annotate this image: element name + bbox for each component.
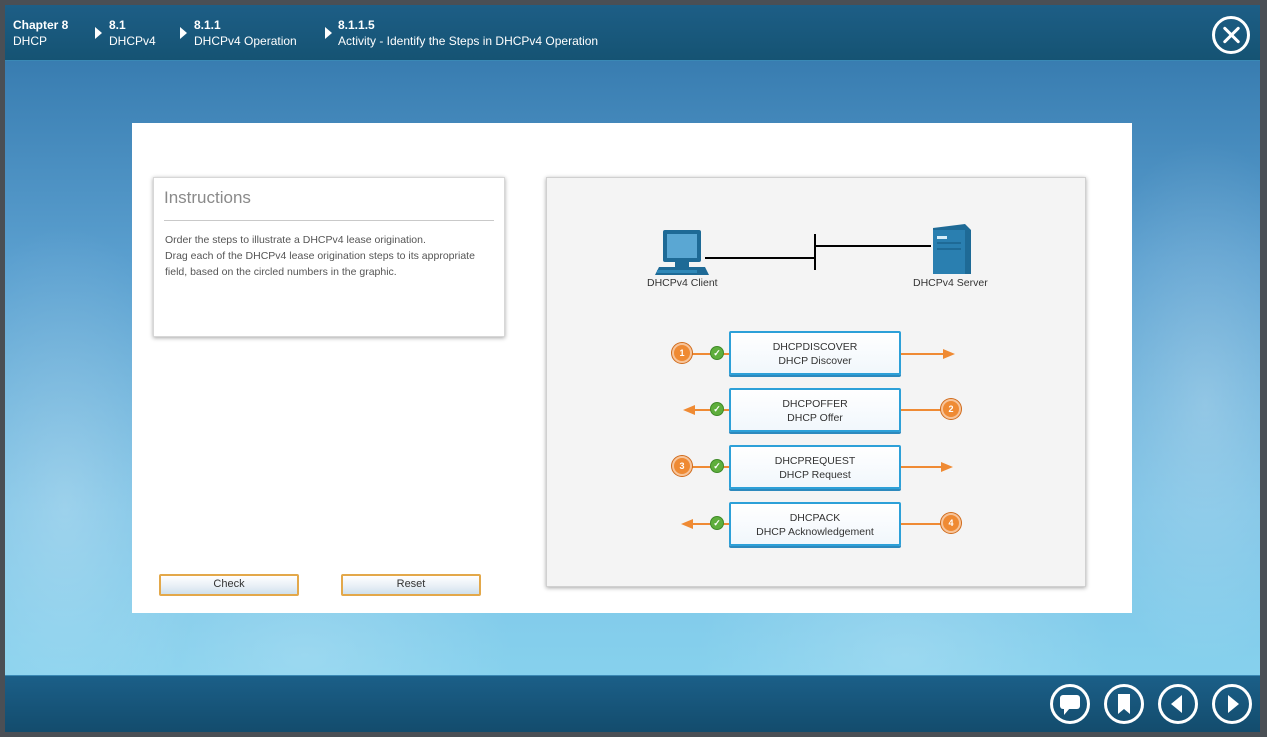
breadcrumb-text: DHCPv4 (109, 34, 156, 48)
message-description: DHCP Discover (778, 355, 852, 367)
answer-box-dhcpoffer[interactable]: DHCPOFFER DHCP Offer (729, 388, 901, 432)
activity-panel: Instructions Order the steps to illustra… (132, 123, 1132, 613)
instructions-title: Instructions (164, 188, 251, 207)
reset-button[interactable]: Reset (341, 574, 481, 596)
server-icon (933, 224, 971, 274)
arrow-left-icon (681, 519, 693, 529)
breadcrumb-chapter[interactable]: Chapter 8 DHCP (13, 17, 68, 49)
check-icon: ✓ (710, 516, 724, 530)
breadcrumb-arrow-icon (95, 27, 102, 39)
answer-box-dhcpdiscover[interactable]: DHCPDISCOVER DHCP Discover (729, 331, 901, 375)
check-icon: ✓ (710, 346, 724, 360)
step-number-badge: 4 (941, 513, 961, 533)
dhcp-diagram: DHCPv4 Client DHCPv4 Server 1 ✓ DHCPDISC… (546, 177, 1086, 587)
message-name: DHCPACK (789, 512, 841, 524)
message-description: DHCP Acknowledgement (756, 526, 874, 538)
breadcrumb-text: Activity - Identify the Steps in DHCPv4 … (338, 34, 599, 48)
client-computer-icon (655, 230, 709, 275)
breadcrumb-arrow-icon (325, 27, 332, 39)
breadcrumb-activity[interactable]: 8.1.1.5 Activity - Identify the Steps in… (338, 17, 598, 49)
top-navigation-bar: Chapter 8 DHCP 8.1 DHCPv4 8.1.1 DHCPv4 O… (5, 5, 1260, 61)
breadcrumb-section[interactable]: 8.1 DHCPv4 (109, 17, 156, 49)
bookmark-icon[interactable] (1104, 684, 1144, 724)
message-description: DHCP Offer (787, 412, 843, 424)
next-icon[interactable] (1212, 684, 1252, 724)
breadcrumb-text: DHCP (13, 34, 48, 48)
breadcrumb-number: 8.1 (109, 18, 126, 32)
instructions-line: Drag each of the DHCPv4 lease originatio… (165, 250, 475, 278)
instructions-box: Instructions Order the steps to illustra… (153, 177, 505, 337)
instructions-line: Order the steps to illustrate a DHCPv4 l… (165, 234, 426, 246)
check-icon: ✓ (710, 459, 724, 473)
check-icon: ✓ (710, 402, 724, 416)
comment-icon[interactable] (1050, 684, 1090, 724)
breadcrumb-subsection[interactable]: 8.1.1 DHCPv4 Operation (194, 17, 297, 49)
breadcrumb-number: 8.1.1.5 (338, 18, 375, 32)
step-number-badge: 3 (672, 456, 692, 476)
breadcrumb-arrow-icon (180, 27, 187, 39)
arrow-left-icon (683, 405, 695, 415)
arrow-right-icon (943, 349, 955, 359)
message-name: DHCPREQUEST (774, 455, 856, 467)
course-frame: Chapter 8 DHCP 8.1 DHCPv4 8.1.1 DHCPv4 O… (5, 5, 1260, 732)
message-name: DHCPDISCOVER (772, 341, 858, 353)
server-label: DHCPv4 Server (913, 277, 988, 289)
bottom-navigation-bar (5, 675, 1260, 732)
close-icon[interactable] (1212, 16, 1250, 54)
arrow-right-icon (941, 462, 953, 472)
divider (164, 220, 494, 221)
check-button[interactable]: Check (159, 574, 299, 596)
breadcrumb-text: DHCPv4 Operation (194, 34, 297, 48)
answer-box-dhcprequest[interactable]: DHCPREQUEST DHCP Request (729, 445, 901, 489)
breadcrumb-number: Chapter 8 (13, 18, 69, 32)
step-number-badge: 1 (672, 343, 692, 363)
previous-icon[interactable] (1158, 684, 1198, 724)
breadcrumb-number: 8.1.1 (194, 18, 221, 32)
step-number-badge: 2 (941, 399, 961, 419)
message-name: DHCPOFFER (782, 398, 848, 410)
instructions-text: Order the steps to illustrate a DHCPv4 l… (165, 232, 495, 280)
message-description: DHCP Request (779, 469, 851, 481)
client-label: DHCPv4 Client (647, 277, 718, 289)
answer-box-dhcpack[interactable]: DHCPACK DHCP Acknowledgement (729, 502, 901, 546)
